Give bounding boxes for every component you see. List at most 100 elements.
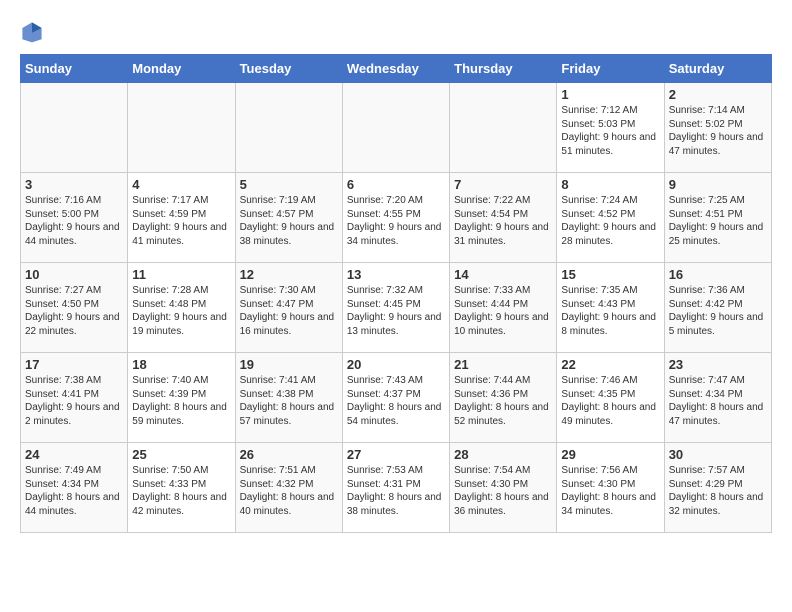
day-header-monday: Monday	[128, 55, 235, 83]
day-info: Sunrise: 7:40 AM Sunset: 4:39 PM Dayligh…	[132, 374, 230, 428]
calendar-cell: 11 Sunrise: 7:28 AM Sunset: 4:48 PM Dayli…	[128, 263, 235, 353]
calendar-cell: 1Sunrise: 7:12 AM Sunset: 5:03 PM Daylig…	[557, 83, 664, 173]
day-number: 23	[669, 357, 767, 372]
day-info: Sunrise: 7:25 AM Sunset: 4:51 PM Dayligh…	[669, 194, 767, 248]
calendar-cell: 23 Sunrise: 7:47 AM Sunset: 4:34 PM Dayli…	[664, 353, 771, 443]
day-number: 8	[561, 177, 659, 192]
calendar-cell: 6Sunrise: 7:20 AM Sunset: 4:55 PM Daylig…	[342, 173, 449, 263]
calendar-cell: 4 Sunrise: 7:17 AM Sunset: 4:59 PM Daylig…	[128, 173, 235, 263]
day-header-tuesday: Tuesday	[235, 55, 342, 83]
day-info: Sunrise: 7:14 AM Sunset: 5:02 PM Dayligh…	[669, 104, 767, 158]
calendar-week-3: 10 Sunrise: 7:27 AM Sunset: 4:50 PM Dayli…	[21, 263, 772, 353]
page-header	[20, 20, 772, 44]
day-info: Sunrise: 7:54 AM Sunset: 4:30 PM Dayligh…	[454, 464, 552, 518]
day-number: 13	[347, 267, 445, 282]
calendar-cell: 21 Sunrise: 7:44 AM Sunset: 4:36 PM Dayli…	[450, 353, 557, 443]
calendar-cell: 7 Sunrise: 7:22 AM Sunset: 4:54 PM Daylig…	[450, 173, 557, 263]
day-number: 4	[132, 177, 230, 192]
day-header-saturday: Saturday	[664, 55, 771, 83]
day-number: 16	[669, 267, 767, 282]
calendar-cell: 17 Sunrise: 7:38 AM Sunset: 4:41 PM Dayli…	[21, 353, 128, 443]
day-number: 20	[347, 357, 445, 372]
calendar-cell: 22 Sunrise: 7:46 AM Sunset: 4:35 PM Dayli…	[557, 353, 664, 443]
day-info: Sunrise: 7:47 AM Sunset: 4:34 PM Dayligh…	[669, 374, 767, 428]
day-number: 10	[25, 267, 123, 282]
day-number: 19	[240, 357, 338, 372]
day-header-wednesday: Wednesday	[342, 55, 449, 83]
day-number: 2	[669, 87, 767, 102]
calendar-cell	[21, 83, 128, 173]
day-header-thursday: Thursday	[450, 55, 557, 83]
day-info: Sunrise: 7:27 AM Sunset: 4:50 PM Dayligh…	[25, 284, 123, 338]
day-number: 28	[454, 447, 552, 462]
day-number: 24	[25, 447, 123, 462]
calendar-cell: 13Sunrise: 7:32 AM Sunset: 4:45 PM Dayli…	[342, 263, 449, 353]
day-info: Sunrise: 7:38 AM Sunset: 4:41 PM Dayligh…	[25, 374, 123, 428]
calendar-cell: 27 Sunrise: 7:53 AM Sunset: 4:31 PM Dayli…	[342, 443, 449, 533]
calendar-cell: 12 Sunrise: 7:30 AM Sunset: 4:47 PM Dayli…	[235, 263, 342, 353]
calendar-cell	[342, 83, 449, 173]
day-info: Sunrise: 7:53 AM Sunset: 4:31 PM Dayligh…	[347, 464, 445, 518]
day-info: Sunrise: 7:35 AM Sunset: 4:43 PM Dayligh…	[561, 284, 659, 338]
calendar-cell: 14 Sunrise: 7:33 AM Sunset: 4:44 PM Dayli…	[450, 263, 557, 353]
logo	[20, 20, 48, 44]
calendar-cell: 5 Sunrise: 7:19 AM Sunset: 4:57 PM Daylig…	[235, 173, 342, 263]
day-info: Sunrise: 7:17 AM Sunset: 4:59 PM Dayligh…	[132, 194, 230, 248]
calendar-week-5: 24Sunrise: 7:49 AM Sunset: 4:34 PM Dayli…	[21, 443, 772, 533]
calendar-header-row: SundayMondayTuesdayWednesdayThursdayFrid…	[21, 55, 772, 83]
day-number: 18	[132, 357, 230, 372]
day-number: 25	[132, 447, 230, 462]
day-number: 17	[25, 357, 123, 372]
day-header-friday: Friday	[557, 55, 664, 83]
day-number: 15	[561, 267, 659, 282]
day-info: Sunrise: 7:56 AM Sunset: 4:30 PM Dayligh…	[561, 464, 659, 518]
day-number: 3	[25, 177, 123, 192]
day-number: 21	[454, 357, 552, 372]
calendar-cell: 10 Sunrise: 7:27 AM Sunset: 4:50 PM Dayli…	[21, 263, 128, 353]
calendar-week-1: 1Sunrise: 7:12 AM Sunset: 5:03 PM Daylig…	[21, 83, 772, 173]
day-info: Sunrise: 7:46 AM Sunset: 4:35 PM Dayligh…	[561, 374, 659, 428]
day-number: 9	[669, 177, 767, 192]
day-number: 11	[132, 267, 230, 282]
day-info: Sunrise: 7:30 AM Sunset: 4:47 PM Dayligh…	[240, 284, 338, 338]
day-info: Sunrise: 7:19 AM Sunset: 4:57 PM Dayligh…	[240, 194, 338, 248]
calendar-week-4: 17 Sunrise: 7:38 AM Sunset: 4:41 PM Dayli…	[21, 353, 772, 443]
calendar-cell: 24Sunrise: 7:49 AM Sunset: 4:34 PM Dayli…	[21, 443, 128, 533]
calendar-cell: 2 Sunrise: 7:14 AM Sunset: 5:02 PM Daylig…	[664, 83, 771, 173]
day-number: 26	[240, 447, 338, 462]
calendar-cell: 28 Sunrise: 7:54 AM Sunset: 4:30 PM Dayli…	[450, 443, 557, 533]
calendar-cell: 20 Sunrise: 7:43 AM Sunset: 4:37 PM Dayli…	[342, 353, 449, 443]
calendar-cell: 25Sunrise: 7:50 AM Sunset: 4:33 PM Dayli…	[128, 443, 235, 533]
calendar-cell: 3Sunrise: 7:16 AM Sunset: 5:00 PM Daylig…	[21, 173, 128, 263]
day-number: 22	[561, 357, 659, 372]
day-number: 29	[561, 447, 659, 462]
calendar-table: SundayMondayTuesdayWednesdayThursdayFrid…	[20, 54, 772, 533]
calendar-cell: 26 Sunrise: 7:51 AM Sunset: 4:32 PM Dayli…	[235, 443, 342, 533]
calendar-cell: 18 Sunrise: 7:40 AM Sunset: 4:39 PM Dayli…	[128, 353, 235, 443]
calendar-cell: 29 Sunrise: 7:56 AM Sunset: 4:30 PM Dayli…	[557, 443, 664, 533]
day-info: Sunrise: 7:57 AM Sunset: 4:29 PM Dayligh…	[669, 464, 767, 518]
day-number: 27	[347, 447, 445, 462]
calendar-cell	[235, 83, 342, 173]
calendar-cell: 19Sunrise: 7:41 AM Sunset: 4:38 PM Dayli…	[235, 353, 342, 443]
calendar-cell: 9 Sunrise: 7:25 AM Sunset: 4:51 PM Daylig…	[664, 173, 771, 263]
logo-icon	[20, 20, 44, 44]
day-number: 7	[454, 177, 552, 192]
day-info: Sunrise: 7:36 AM Sunset: 4:42 PM Dayligh…	[669, 284, 767, 338]
day-info: Sunrise: 7:24 AM Sunset: 4:52 PM Dayligh…	[561, 194, 659, 248]
day-number: 12	[240, 267, 338, 282]
day-info: Sunrise: 7:33 AM Sunset: 4:44 PM Dayligh…	[454, 284, 552, 338]
day-info: Sunrise: 7:20 AM Sunset: 4:55 PM Dayligh…	[347, 194, 445, 248]
day-number: 14	[454, 267, 552, 282]
day-info: Sunrise: 7:51 AM Sunset: 4:32 PM Dayligh…	[240, 464, 338, 518]
calendar-cell: 8 Sunrise: 7:24 AM Sunset: 4:52 PM Daylig…	[557, 173, 664, 263]
calendar-cell: 16 Sunrise: 7:36 AM Sunset: 4:42 PM Dayli…	[664, 263, 771, 353]
day-info: Sunrise: 7:43 AM Sunset: 4:37 PM Dayligh…	[347, 374, 445, 428]
day-info: Sunrise: 7:22 AM Sunset: 4:54 PM Dayligh…	[454, 194, 552, 248]
day-number: 5	[240, 177, 338, 192]
calendar-cell	[450, 83, 557, 173]
day-info: Sunrise: 7:28 AM Sunset: 4:48 PM Dayligh…	[132, 284, 230, 338]
day-info: Sunrise: 7:44 AM Sunset: 4:36 PM Dayligh…	[454, 374, 552, 428]
day-number: 30	[669, 447, 767, 462]
day-info: Sunrise: 7:12 AM Sunset: 5:03 PM Dayligh…	[561, 104, 659, 158]
